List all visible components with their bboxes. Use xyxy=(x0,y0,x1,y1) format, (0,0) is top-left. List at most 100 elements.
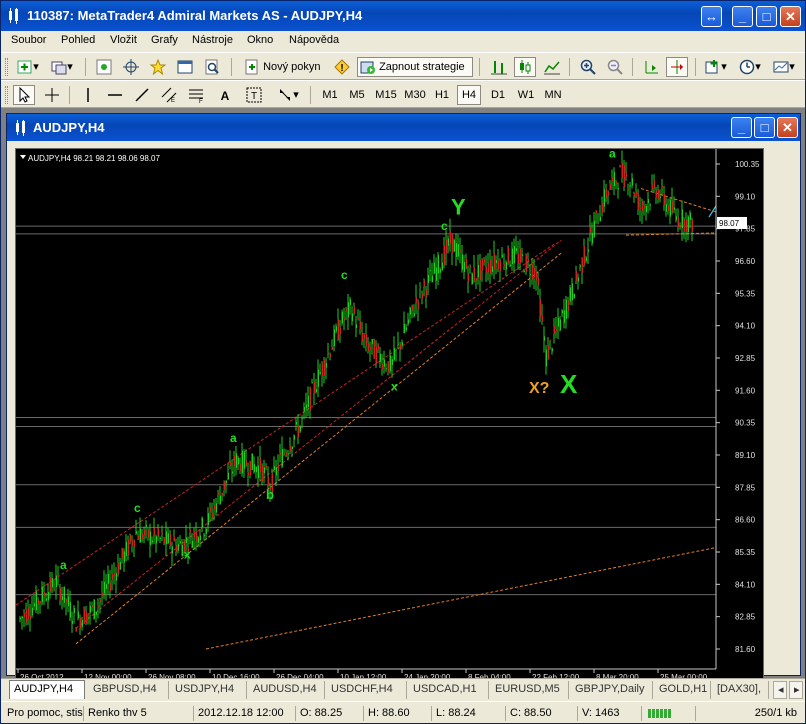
text-tool-button[interactable]: A xyxy=(214,85,236,105)
candle-body xyxy=(433,262,435,274)
price-label: 92.85 xyxy=(735,354,756,363)
zoom-in-button[interactable] xyxy=(577,57,599,77)
autoscroll-button[interactable] xyxy=(640,57,662,77)
chart-window-title-bar[interactable]: AUDJPY,H4 _ □ ✕ xyxy=(7,114,800,141)
chart-close-button[interactable]: ✕ xyxy=(777,117,798,138)
vertical-line-tool-button[interactable] xyxy=(77,85,99,105)
bar-chart-icon xyxy=(491,61,507,75)
zoom-out-icon xyxy=(607,59,623,75)
chart-shift-button[interactable] xyxy=(666,57,688,77)
equidistant-channel-tool-button[interactable]: E xyxy=(158,85,180,105)
candle-body xyxy=(495,260,497,264)
timeframe-d1[interactable]: D1 xyxy=(486,85,510,105)
line-chart-button[interactable] xyxy=(541,57,563,77)
bar-chart-button[interactable] xyxy=(488,57,510,77)
toggle-strategies-label: Zapnout strategie xyxy=(379,61,465,73)
candle-body xyxy=(283,453,285,455)
tab-gbpusd-h4[interactable]: GBPUSD,H4 xyxy=(89,681,169,699)
templates-button[interactable]: ▾ xyxy=(769,57,799,77)
indicators-button[interactable]: ▾ xyxy=(701,57,731,77)
timeframe-w1[interactable]: W1 xyxy=(514,85,538,105)
timeframe-m1[interactable]: M1 xyxy=(318,85,342,105)
new-chart-button[interactable]: ▾ xyxy=(13,57,43,77)
candle-body xyxy=(613,172,615,186)
menu-napoveda[interactable]: Nápověda xyxy=(289,34,339,46)
close-button[interactable]: ✕ xyxy=(780,6,801,27)
timeframe-h4[interactable]: H4 xyxy=(457,85,481,105)
navigator-button[interactable] xyxy=(147,57,169,77)
candle-body xyxy=(399,343,401,351)
new-order-icon xyxy=(245,59,258,75)
strategy-tester-button[interactable] xyxy=(201,57,223,77)
menu-pohled[interactable]: Pohled xyxy=(61,34,95,46)
candlestick-chart-button[interactable] xyxy=(514,57,536,77)
candle-body xyxy=(281,449,283,467)
timeframe-m15[interactable]: M15 xyxy=(372,85,400,105)
terminal-button[interactable] xyxy=(174,57,196,77)
market-watch-button[interactable] xyxy=(93,57,115,77)
tab-usdjpy-h4[interactable]: USDJPY,H4 xyxy=(171,681,247,699)
tab-gold-h1[interactable]: GOLD,H1 xyxy=(655,681,711,699)
crosshair-tool-button[interactable] xyxy=(41,85,63,105)
minimize-button[interactable]: _ xyxy=(732,6,753,27)
maximize-button[interactable]: □ xyxy=(756,6,777,27)
candle-body xyxy=(683,219,685,232)
price-chart-canvas[interactable]: 127.2100.061.8100.050.038.223.6 a c x a b c x c… xyxy=(16,149,764,682)
candle-body xyxy=(85,611,87,624)
tab-dax30[interactable]: [DAX30], xyxy=(713,681,769,699)
tab-eurusd-m5[interactable]: EURUSD,M5 xyxy=(491,681,569,699)
menu-nastroje[interactable]: Nástroje xyxy=(192,34,233,46)
tab-scroll-left-button[interactable]: ◂ xyxy=(773,681,787,699)
timeframe-m5[interactable]: M5 xyxy=(345,85,369,105)
data-window-button[interactable] xyxy=(120,57,142,77)
price-chart[interactable]: 127.2100.061.8100.050.038.223.6 a c x a b c x c… xyxy=(15,148,764,682)
candle-body xyxy=(595,210,597,214)
candle-body xyxy=(415,296,417,303)
menu-okno[interactable]: Okno xyxy=(247,34,273,46)
chart-minimize-button[interactable]: _ xyxy=(731,117,752,138)
trendline-tool-button[interactable] xyxy=(131,85,153,105)
tab-gbpjpy-daily[interactable]: GBPJPY,Daily xyxy=(571,681,653,699)
toggle-strategies-button[interactable]: Zapnout strategie xyxy=(357,57,473,77)
title-bar[interactable]: 110387: MetaTrader4 Admiral Markets AS -… xyxy=(1,1,805,31)
candle-body xyxy=(175,544,177,553)
menu-bar: Soubor Pohled Vložit Grafy Nástroje Okno… xyxy=(1,31,805,51)
restore-arrows-button[interactable]: ↔ xyxy=(701,6,722,27)
text-label-tool-button[interactable]: T xyxy=(243,85,265,105)
periods-button[interactable]: ▾ xyxy=(735,57,765,77)
candle-body xyxy=(413,313,415,316)
candle-body xyxy=(635,191,637,195)
tab-audjpy-h4[interactable]: AUDJPY,H4 xyxy=(9,680,85,699)
candle-body xyxy=(249,460,251,476)
candle-body xyxy=(247,472,249,476)
toolbar-grip[interactable] xyxy=(5,58,8,76)
timeframe-m30[interactable]: M30 xyxy=(401,85,429,105)
candle-body xyxy=(327,352,329,354)
zoom-out-button[interactable] xyxy=(604,57,626,77)
cursor-tool-button[interactable] xyxy=(13,85,35,105)
candle-body xyxy=(147,529,149,539)
chart-maximize-button[interactable]: □ xyxy=(754,117,775,138)
timeframe-h1[interactable]: H1 xyxy=(430,85,454,105)
tab-scroll-right-button[interactable]: ▸ xyxy=(789,681,803,699)
arrows-tool-button[interactable]: ▾ xyxy=(273,85,303,105)
price-label: 96.60 xyxy=(735,257,756,266)
profiles-button[interactable]: ▾ xyxy=(47,57,77,77)
candle-body xyxy=(391,359,393,366)
candle-body xyxy=(205,528,207,534)
candle-body xyxy=(437,255,439,274)
timeframe-mn[interactable]: MN xyxy=(541,85,565,105)
candle-body xyxy=(115,573,117,581)
tab-usdcad-h1[interactable]: USDCAD,H1 xyxy=(409,681,489,699)
fibonacci-tool-button[interactable]: F xyxy=(185,85,207,105)
candle-body xyxy=(335,326,337,332)
menu-vlozit[interactable]: Vložit xyxy=(110,34,137,46)
toolbar-grip[interactable] xyxy=(5,86,8,104)
tab-audusd-h4[interactable]: AUDUSD,H4 xyxy=(249,681,325,699)
menu-soubor[interactable]: Soubor xyxy=(11,34,46,46)
tab-usdchf-h4[interactable]: USDCHF,H4 xyxy=(327,681,407,699)
alert-button[interactable]: ! xyxy=(331,57,353,77)
horizontal-line-tool-button[interactable] xyxy=(104,85,126,105)
menu-grafy[interactable]: Grafy xyxy=(151,34,178,46)
new-order-button[interactable]: Nový pokyn xyxy=(241,57,327,77)
